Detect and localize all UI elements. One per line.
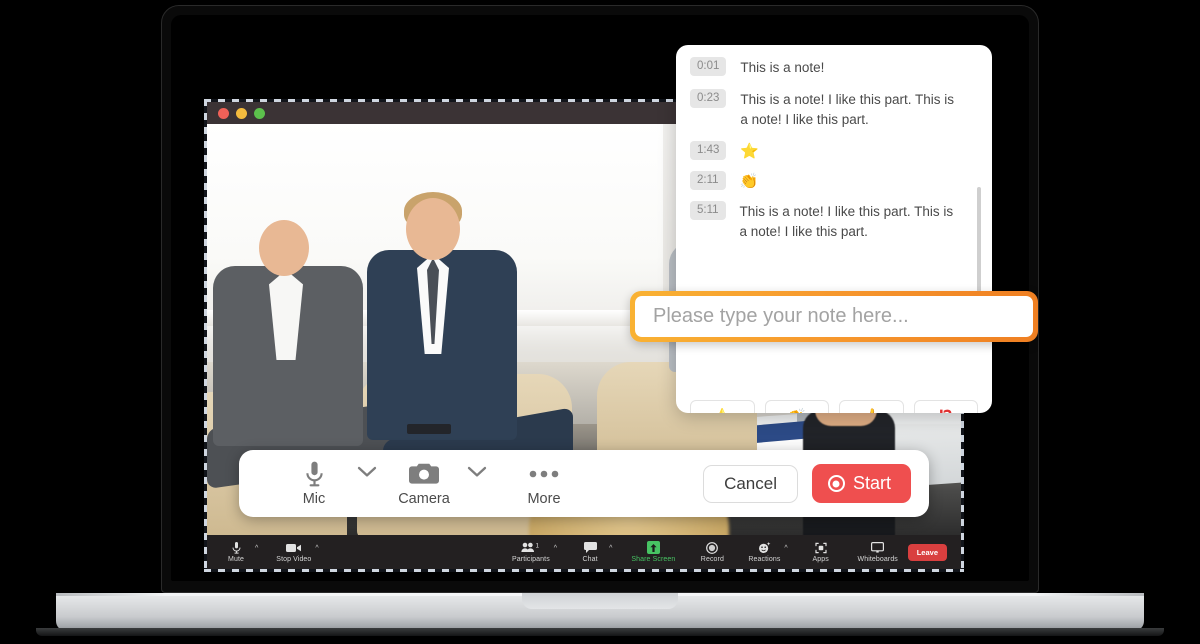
leave-meeting-button[interactable]: Leave [907,543,947,561]
zoom-toolbar-item-participants[interactable]: 1 Participants ^ [512,541,557,563]
note-input-wrapper: Please type your note here... [630,291,1038,342]
zoom-meeting-toolbar: Mute ^ Stop Video ^ 1 Participants ^ Cha… [207,535,961,569]
zoom-toolbar-item-share-screen[interactable]: Share Screen [630,541,676,563]
chevron-down-icon[interactable] [357,465,377,483]
zoom-toolbar-item-apps[interactable]: Apps [806,541,836,563]
screenshot-stage: Mute ^ Stop Video ^ 1 Participants ^ Cha… [0,0,1200,644]
chevron-up-icon[interactable]: ^ [255,545,258,552]
chevron-down-icon[interactable] [467,465,487,483]
ellipsis-icon [529,461,559,487]
star-emoji-button[interactable]: ⭐ [690,400,755,413]
zoom-toolbar-item-stop-video[interactable]: Stop Video ^ [276,541,319,563]
note-timestamp: 5:11 [690,201,726,220]
note-text: This is a note! I like this part. This i… [740,92,954,127]
zoom-toolbar-item-record[interactable]: Record [694,541,730,563]
zoom-toolbar-label: Stop Video [276,556,312,563]
microphone-icon [232,541,241,554]
note-item[interactable]: 0:23 This is a note! I like this part. T… [690,89,978,130]
cancel-button[interactable]: Cancel [703,464,798,503]
zoom-toolbar-label: Apps [812,556,829,563]
video-camera-icon [285,541,302,554]
laptop-foot [36,628,1164,636]
zoom-toolbar-item-chat[interactable]: Chat ^ [575,541,612,563]
svg-text:1: 1 [536,543,540,549]
chat-bubble-icon [583,541,597,554]
laptop-base-notch [522,593,678,609]
note-item[interactable]: 0:01 This is a note! [690,57,978,78]
chevron-up-icon[interactable]: ^ [609,545,612,552]
chevron-up-icon[interactable]: ^ [315,545,318,552]
zoom-toolbar-label: Share Screen [631,556,676,563]
zoom-toolbar-item-mute[interactable]: Mute ^ [221,541,258,563]
note-timestamp: 2:11 [690,171,726,190]
maximize-icon[interactable] [254,107,265,119]
recording-toolbar: Mic Camera More Cancel Start [239,450,929,517]
share-screen-icon [646,541,660,554]
reactions-icon [758,541,771,554]
camera-label: Camera [398,490,450,507]
more-control[interactable]: More [511,461,577,507]
record-circle-icon [827,475,845,492]
note-text: This is a note! I like this part. This i… [739,204,954,239]
note-item[interactable]: 2:11 👏 [690,171,978,190]
zoom-toolbar-item-whiteboards[interactable]: Whiteboards [854,541,902,563]
exclamation-question-emoji-button[interactable]: ⁉ [913,400,978,413]
zoom-toolbar-label: Record [700,556,724,563]
note-timestamp: 0:23 [690,89,727,108]
zoom-toolbar-item-reactions[interactable]: Reactions ^ [748,541,788,563]
whiteboard-icon [871,541,885,554]
clap-emoji-button[interactable]: 👏 [764,400,829,413]
note-input-placeholder: Please type your note here... [653,305,909,327]
note-timestamp: 1:43 [690,141,727,160]
notes-scrollbar[interactable] [977,187,981,305]
note-item[interactable]: 1:43 ⭐ [690,141,978,160]
more-label: More [527,490,561,507]
star-icon: ⭐ [740,143,760,160]
notes-list: 0:01 This is a note! 0:23 This is a note… [676,45,992,272]
camera-control[interactable]: Camera [391,461,457,507]
clap-icon: 👏 [739,173,759,190]
microphone-icon [305,461,324,487]
note-timestamp: 0:01 [690,57,727,76]
thumbs-up-emoji-button[interactable]: 👍 [839,400,904,413]
zoom-toolbar-label: Reactions [748,556,781,563]
zoom-toolbar-label: Chat [582,556,598,563]
close-icon[interactable] [218,107,229,119]
apps-icon [815,541,827,554]
zoom-toolbar-label: Mute [228,556,244,563]
mic-control[interactable]: Mic [281,461,347,507]
camera-icon [409,461,439,487]
start-label: Start [852,473,891,493]
zoom-toolbar-label: Whiteboards [857,556,898,563]
start-recording-button[interactable]: Start [811,464,911,503]
emoji-quick-bar: ⭐ 👏 👍 ⁉ [690,400,978,413]
mic-label: Mic [302,490,326,507]
notes-panel: 0:01 This is a note! 0:23 This is a note… [676,45,992,413]
note-item[interactable]: 5:11 This is a note! I like this part. T… [690,201,978,242]
chevron-up-icon[interactable]: ^ [554,545,557,552]
note-input[interactable]: Please type your note here... [635,296,1033,337]
record-circle-icon [706,541,719,554]
people-icon: 1 [521,541,541,554]
minimize-icon[interactable] [236,107,247,119]
note-text: This is a note! [740,60,825,75]
zoom-toolbar-label: Participants [512,556,550,563]
chevron-up-icon[interactable]: ^ [784,545,787,552]
